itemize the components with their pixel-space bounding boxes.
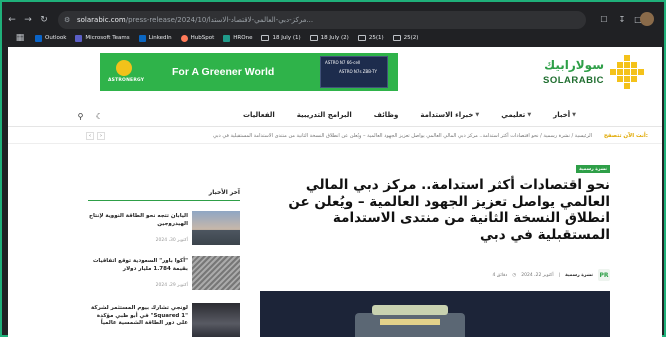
ad-panel-image: ASTRO N7 66-cell ASTRO N7s ZBB-TY (320, 56, 388, 88)
site-logo[interactable]: سولارابيك SOLARABIC (534, 55, 644, 91)
article-date: أكتوبر 22، 2024 (521, 272, 554, 278)
web-page: ASTRONERGY For A Greener World ASTRO N7 … (8, 47, 662, 337)
breadcrumb-bar: أنت الآن تتصفح: الرئيسية / نشرة رسمية / … (8, 130, 662, 144)
profile-avatar[interactable] (640, 12, 654, 26)
sun-icon (116, 60, 132, 76)
chevron-right-icon[interactable]: › (97, 132, 105, 140)
logo-grid-icon (610, 55, 644, 89)
teams-icon (75, 34, 83, 42)
brand-english: SOLARABIC (543, 75, 604, 86)
breadcrumb-label: أنت الآن تتصفح: (603, 133, 648, 139)
chevron-left-icon[interactable]: ‹ (86, 132, 94, 140)
bookmark-folder[interactable]: 18 July (2) (309, 35, 349, 41)
bookmark-folder[interactable]: 18 July (1) (261, 35, 301, 41)
bookmark-outlook[interactable]: Outlook (35, 34, 66, 42)
bookmark-hubspot[interactable]: HubSpot (180, 34, 214, 42)
back-icon[interactable]: ← (6, 14, 18, 26)
banner-ad[interactable]: ASTRONERGY For A Greener World ASTRO N7 … (100, 53, 398, 91)
outlook-icon (35, 34, 42, 42)
chevron-down-icon: ▼ (572, 112, 576, 118)
nav-item-education[interactable]: تعليمي ▼ (501, 111, 531, 119)
list-item[interactable]: "أكوا باور" السعودية توقع اتفاقيات بقيمة… (88, 256, 240, 296)
news-thumbnail[interactable] (192, 211, 240, 245)
nav-item-events[interactable]: الفعاليات (243, 111, 275, 119)
bookmarks-bar: ▦ Outlook Microsoft Teams LinkedIn HubSp… (2, 32, 666, 44)
bookmark-hrone[interactable]: HROne (223, 34, 252, 42)
apps-grid-icon[interactable]: ▦ (14, 32, 26, 44)
folder-icon (261, 35, 270, 41)
folder-icon (357, 35, 366, 41)
author-avatar[interactable]: PR (598, 269, 610, 281)
bookmark-linkedin[interactable]: LinkedIn (138, 34, 172, 42)
download-icon[interactable]: ↧ (616, 13, 628, 25)
news-title[interactable]: "أكوا باور" السعودية توقع اتفاقيات بقيمة… (88, 258, 188, 273)
list-item[interactable]: لونجي تشارك بيوم المستثمر لشركة "Squared… (88, 303, 240, 337)
news-date: أكتوبر 29، 2024 (155, 283, 188, 288)
article-meta: PR نشرة رسمية | أكتوبر 22، 2024 ◷ 4 دقائ… (492, 269, 610, 281)
search-icon[interactable]: ⚲ (76, 112, 85, 121)
reload-icon[interactable]: ↻ (38, 14, 50, 26)
nav-item-news[interactable]: أخبار ▼ (553, 111, 576, 119)
sidebar-heading: آخر الأخبار (88, 188, 240, 201)
extensions-icon[interactable]: ☐ (598, 13, 610, 25)
address-bar[interactable]: ⚙ solarabic.com/press-release/2024/10/مر… (58, 11, 586, 29)
site-info-icon[interactable]: ⚙ (64, 16, 73, 25)
news-date: أكتوبر 30، 2024 (155, 238, 188, 243)
news-title[interactable]: اليابان تتجه نحو الطاقة النووية لإنتاج ا… (88, 213, 188, 228)
nav-item-experts[interactable]: خبراء الاستدامة ▼ (420, 111, 479, 119)
folder-icon (309, 35, 318, 41)
list-item[interactable]: اليابان تتجه نحو الطاقة النووية لإنتاج ا… (88, 211, 240, 251)
linkedin-icon (138, 34, 146, 42)
news-title[interactable]: لونجي تشارك بيوم المستثمر لشركة "Squared… (88, 305, 188, 328)
bookmark-teams[interactable]: Microsoft Teams (75, 34, 130, 42)
astronergy-logo: ASTRONERGY (108, 58, 144, 86)
folder-icon (392, 35, 401, 41)
chevron-down-icon: ▼ (475, 112, 480, 118)
clock-icon: ◷ (512, 272, 517, 278)
url-text: solarabic.com/press-release/2024/10/مركز… (77, 16, 314, 24)
moon-icon[interactable]: ☾ (95, 112, 104, 121)
main-nav: أخبار ▼ تعليمي ▼ خبراء الاستدامة ▼ وظائف ال… (8, 105, 662, 127)
author-name[interactable]: نشرة رسمية (565, 273, 593, 278)
ad-headline: For A Greener World (172, 66, 275, 78)
breadcrumb[interactable]: الرئيسية / نشرة رسمية / نحو اقتصادات أكث… (213, 133, 592, 139)
category-badge[interactable]: نشرة رسمية (576, 165, 610, 173)
nav-item-training[interactable]: البرامج التدريبية (297, 111, 352, 119)
news-thumbnail[interactable] (192, 303, 240, 337)
toolbar: ← → ↻ ⚙ solarabic.com/press-release/2024… (2, 10, 666, 30)
hrone-icon (223, 34, 231, 42)
brand-arabic: سولارابيك (544, 58, 604, 72)
read-time: 4 دقائق (492, 272, 508, 278)
forward-icon[interactable]: → (22, 14, 34, 26)
article-title: نحو اقتصادات أكثر استدامة.. مركز دبي الم… (288, 177, 610, 243)
bookmark-folder[interactable]: 25(1) (357, 35, 384, 41)
hubspot-icon (180, 34, 188, 42)
bookmark-folder[interactable]: 25(2) (392, 35, 418, 41)
article-hero-image (260, 291, 610, 337)
nav-item-jobs[interactable]: وظائف (374, 111, 399, 119)
browser-window: ← → ↻ ⚙ solarabic.com/press-release/2024… (0, 0, 666, 337)
chevron-down-icon: ▼ (527, 112, 532, 118)
news-thumbnail[interactable] (192, 256, 240, 290)
